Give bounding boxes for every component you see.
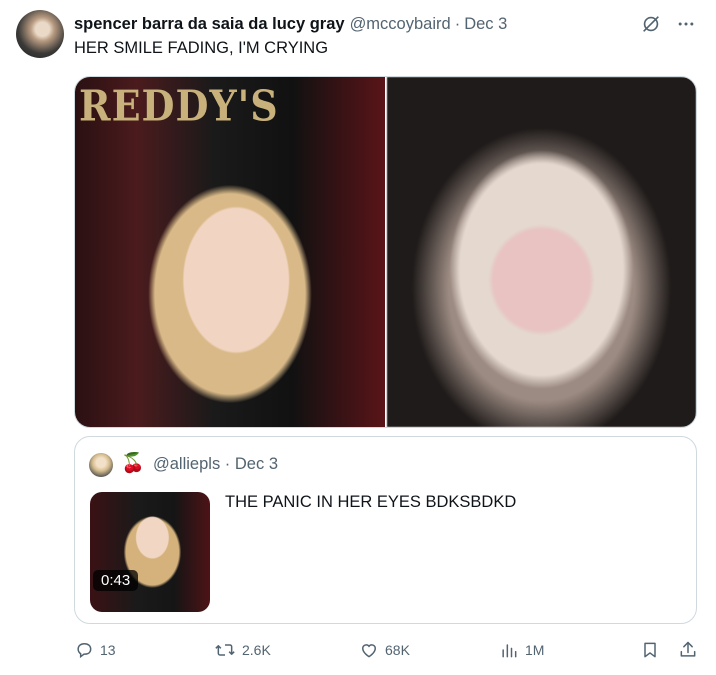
tweet-date[interactable]: Dec 3 bbox=[464, 15, 507, 34]
quoted-tweet[interactable]: 🍒 @alliepls · Dec 3 0:43 THE PANIC IN HE… bbox=[74, 436, 697, 624]
views-button[interactable]: 1M bbox=[499, 640, 544, 660]
media-image-right[interactable] bbox=[386, 77, 696, 427]
views-icon bbox=[499, 640, 519, 660]
bookmark-icon bbox=[640, 640, 660, 660]
views-count: 1M bbox=[525, 642, 545, 658]
quote-video-thumbnail[interactable] bbox=[90, 492, 210, 612]
quote-header: @alliepls · Dec 3 bbox=[153, 455, 278, 474]
bookmark-button[interactable] bbox=[640, 640, 660, 660]
grok-icon[interactable] bbox=[640, 13, 662, 35]
media-image-left[interactable]: REDDY'S bbox=[75, 77, 385, 427]
share-button[interactable] bbox=[678, 640, 698, 660]
more-icon[interactable] bbox=[676, 14, 696, 34]
quote-separator: · bbox=[224, 455, 231, 473]
like-count: 68K bbox=[385, 642, 410, 658]
tweet-media[interactable]: REDDY'S bbox=[74, 76, 697, 428]
action-bar: 13 2.6K 68K 1M bbox=[74, 640, 697, 668]
repost-count: 2.6K bbox=[242, 642, 271, 658]
cherry-emoji: 🍒 bbox=[121, 453, 145, 474]
reply-icon bbox=[74, 640, 94, 660]
share-icon bbox=[678, 640, 698, 660]
author-avatar[interactable] bbox=[16, 10, 64, 58]
quote-avatar bbox=[89, 453, 113, 477]
sign-text: REDDY'S bbox=[79, 80, 279, 131]
quote-text: THE PANIC IN HER EYES BDKSBDKD bbox=[225, 493, 517, 511]
reply-button[interactable]: 13 bbox=[74, 640, 116, 660]
tweet-text: HER SMILE FADING, I'M CRYING bbox=[74, 39, 329, 57]
display-name[interactable]: spencer barra da saia da lucy gray bbox=[74, 15, 345, 34]
separator-dot: · bbox=[454, 14, 461, 33]
quote-handle: @alliepls bbox=[153, 455, 221, 473]
repost-button[interactable]: 2.6K bbox=[214, 640, 271, 660]
like-icon bbox=[359, 640, 379, 660]
video-duration: 0:43 bbox=[93, 570, 139, 591]
author-handle[interactable]: @mccoybaird bbox=[350, 15, 451, 34]
repost-icon bbox=[214, 640, 236, 660]
like-button[interactable]: 68K bbox=[359, 640, 410, 660]
header-icons bbox=[640, 13, 696, 35]
reply-count: 13 bbox=[100, 642, 116, 658]
quote-date: Dec 3 bbox=[234, 455, 278, 473]
tweet-header: spencer barra da saia da lucy gray @mcco… bbox=[74, 13, 696, 35]
